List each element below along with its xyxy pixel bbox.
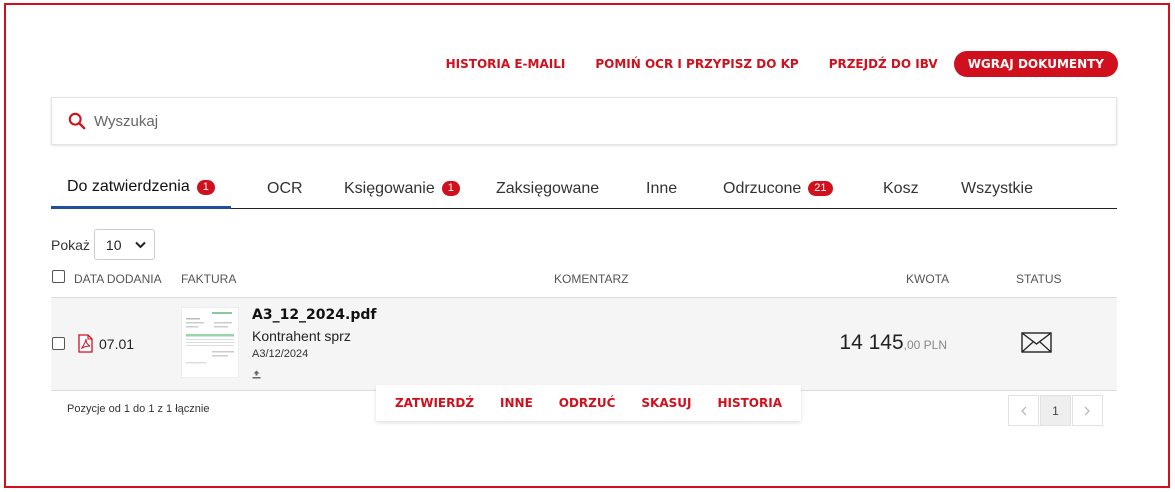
tab-booking[interactable]: Księgowanie 1	[344, 168, 460, 209]
upload-icon	[252, 370, 261, 379]
page-size-select[interactable]: 10	[93, 229, 155, 260]
tab-all[interactable]: Wszystkie	[961, 168, 1033, 209]
invoice-thumbnail[interactable]	[181, 307, 239, 378]
tab-ocr[interactable]: OCR	[267, 168, 303, 209]
pdf-icon[interactable]	[78, 334, 93, 353]
tab-bar: Do zatwierdzenia 1 OCR Księgowanie 1 Zak…	[51, 168, 1117, 209]
select-all-checkbox[interactable]	[52, 270, 65, 283]
row-action-bar: ZATWIERDŹ INNE ODRZUĆ SKASUJ HISTORIA	[376, 385, 801, 421]
tab-to-approve[interactable]: Do zatwierdzenia 1	[51, 168, 231, 209]
tab-label: Odrzucone	[723, 179, 802, 197]
tab-label: OCR	[267, 179, 303, 197]
history-button[interactable]: HISTORIA	[717, 396, 782, 410]
column-header-amount[interactable]: KWOTA	[906, 272, 949, 286]
chevron-down-icon	[135, 241, 146, 248]
upload-documents-button[interactable]: WGRAJ DOKUMENTY	[953, 51, 1118, 77]
column-header-status[interactable]: STATUS	[1016, 272, 1062, 286]
invoice-file-name[interactable]: A3_12_2024.pdf	[252, 307, 376, 323]
other-button[interactable]: INNE	[500, 396, 533, 410]
tab-other[interactable]: Inne	[646, 168, 677, 209]
tab-trash[interactable]: Kosz	[883, 168, 919, 209]
column-header-comment: KOMENTARZ	[554, 272, 629, 286]
go-to-ibv-link[interactable]: PRZEJDŹ DO IBV	[829, 57, 938, 71]
delete-button[interactable]: SKASUJ	[641, 396, 691, 410]
approve-button[interactable]: ZATWIERDŹ	[395, 396, 474, 410]
pagination: 1	[1008, 395, 1104, 426]
search-bar	[51, 97, 1117, 145]
date-added: 07.01	[99, 336, 135, 352]
top-actions: HISTORIA E-MAILI POMIŃ OCR I PRZYPISZ DO…	[416, 51, 1118, 77]
amount-decimal: ,00 PLN	[903, 338, 947, 352]
tab-count-badge: 1	[196, 179, 215, 195]
invoice-number: A3/12/2024	[252, 348, 309, 360]
tab-booked[interactable]: Zaksięgowane	[496, 168, 599, 209]
tab-count-badge: 21	[808, 181, 833, 196]
page-size-label: Pokaż	[51, 236, 90, 253]
envelope-icon[interactable]	[1021, 332, 1052, 353]
table-header: DATA DODANIA FAKTURA KOMENTARZ KWOTA STA…	[51, 268, 1117, 298]
tab-label: Inne	[646, 179, 678, 197]
page-size-value: 10	[105, 236, 122, 253]
email-history-link[interactable]: HISTORIA E-MAILI	[446, 57, 566, 71]
tab-label: Do zatwierdzenia	[67, 178, 190, 195]
chevron-right-icon	[1084, 406, 1090, 415]
tab-label: Księgowanie	[344, 179, 435, 197]
skip-ocr-link[interactable]: POMIŃ OCR I PRZYPISZ DO KP	[595, 57, 798, 71]
contractor-name: Kontrahent sprz	[252, 328, 351, 344]
page-number-button[interactable]: 1	[1040, 395, 1071, 426]
search-input[interactable]	[94, 112, 994, 130]
tab-label: Zaksięgowane	[496, 179, 600, 197]
next-page-button[interactable]	[1072, 395, 1103, 426]
prev-page-button[interactable]	[1008, 395, 1039, 426]
tab-label: Kosz	[883, 179, 919, 197]
column-header-invoice[interactable]: FAKTURA	[181, 272, 236, 286]
search-icon	[68, 112, 86, 130]
tab-count-badge: 1	[441, 181, 460, 196]
amount-main: 14 145	[839, 331, 904, 354]
tab-rejected[interactable]: Odrzucone 21	[723, 168, 833, 209]
pagination-info: Pozycje od 1 do 1 z 1 łącznie	[67, 403, 210, 415]
table-row[interactable]: 07.01 A3_12_2024.pdf Kontrahent sprz A3/…	[51, 298, 1117, 391]
tab-label: Wszystkie	[961, 179, 1033, 197]
column-header-date[interactable]: DATA DODANIA	[74, 272, 162, 286]
reject-button[interactable]: ODRZUĆ	[559, 396, 616, 410]
row-checkbox[interactable]	[52, 337, 65, 350]
page-size-control: Pokaż 10	[51, 229, 155, 260]
chevron-left-icon	[1021, 406, 1027, 415]
invoice-amount: 14 145,00 PLN	[839, 331, 947, 355]
